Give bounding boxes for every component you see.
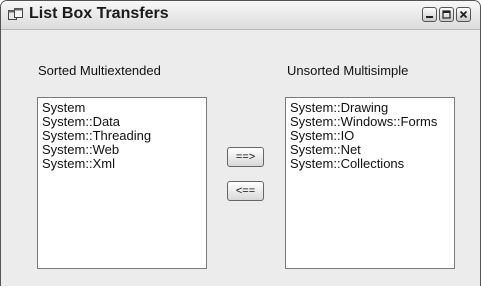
window-app-icon[interactable] (8, 8, 24, 22)
list-item[interactable]: System::Drawing (290, 101, 450, 115)
maximize-icon (442, 10, 451, 19)
main-window: List Box Transfers Sorted Multiextended … (0, 0, 481, 289)
close-icon (459, 10, 468, 19)
list-item[interactable]: System::Windows::Forms (290, 115, 450, 129)
close-button[interactable] (456, 7, 471, 22)
maximize-button[interactable] (439, 7, 454, 22)
unsorted-multisimple-listbox[interactable]: System::Drawing System::Windows::Forms S… (285, 97, 455, 269)
move-left-button[interactable]: <== (227, 181, 264, 201)
title-bar[interactable]: List Box Transfers (1, 1, 480, 30)
window-title: List Box Transfers (29, 5, 169, 22)
list-item[interactable]: System::IO (290, 129, 450, 143)
move-right-button[interactable]: ==> (227, 147, 264, 167)
list-item[interactable]: System::Threading (42, 129, 202, 143)
list-item[interactable]: System::Xml (42, 157, 202, 171)
sorted-multiextended-listbox[interactable]: System System::Data System::Threading Sy… (37, 97, 207, 269)
list-item[interactable]: System::Data (42, 115, 202, 129)
minimize-button[interactable] (422, 7, 437, 22)
list-item[interactable]: System::Net (290, 143, 450, 157)
right-list-label: Unsorted Multisimple (287, 63, 409, 78)
list-item[interactable]: System (42, 101, 202, 115)
list-item[interactable]: System::Collections (290, 157, 450, 171)
minimize-icon (426, 16, 433, 18)
left-list-label: Sorted Multiextended (38, 63, 161, 78)
list-item[interactable]: System::Web (42, 143, 202, 157)
